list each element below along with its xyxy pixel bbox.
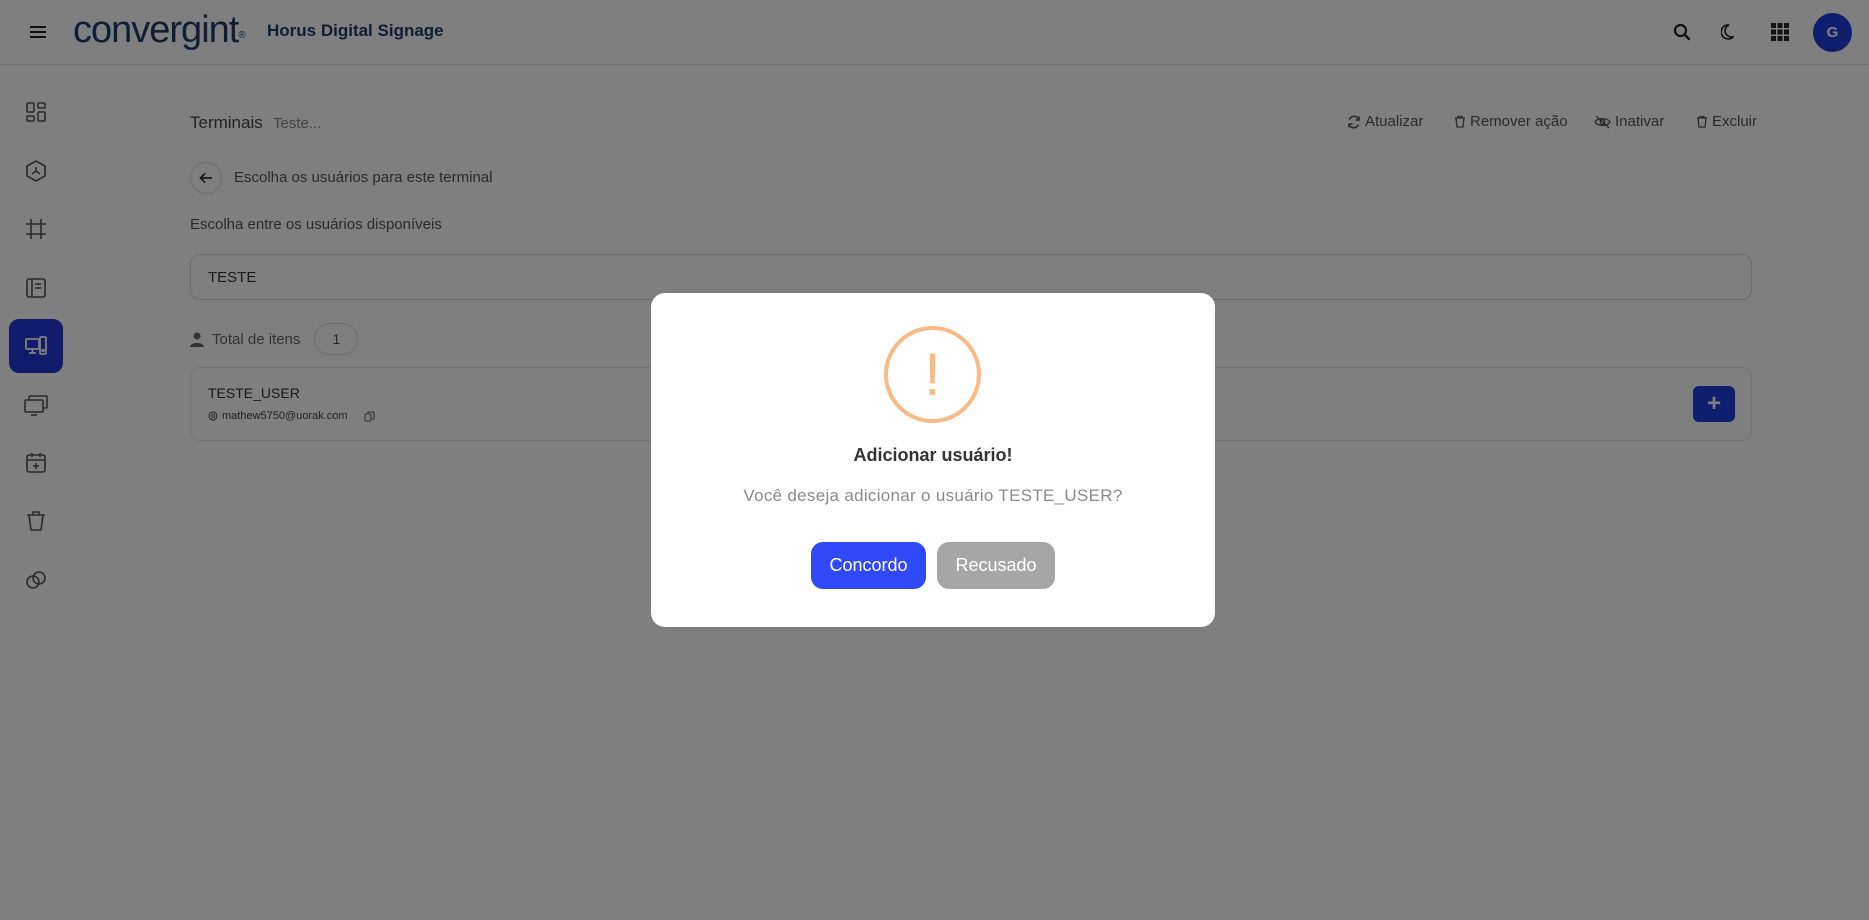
cancel-button[interactable]: Recusado	[937, 542, 1055, 589]
dialog-message: Você deseja adicionar o usuário TESTE_US…	[743, 486, 1123, 505]
confirm-button[interactable]: Concordo	[811, 542, 926, 589]
warning-glyph: !	[924, 340, 941, 408]
warning-icon: !	[884, 326, 981, 423]
dialog-title: Adicionar usuário!	[853, 445, 1013, 465]
confirm-dialog: ! Adicionar usuário! Você deseja adicion…	[651, 293, 1215, 627]
